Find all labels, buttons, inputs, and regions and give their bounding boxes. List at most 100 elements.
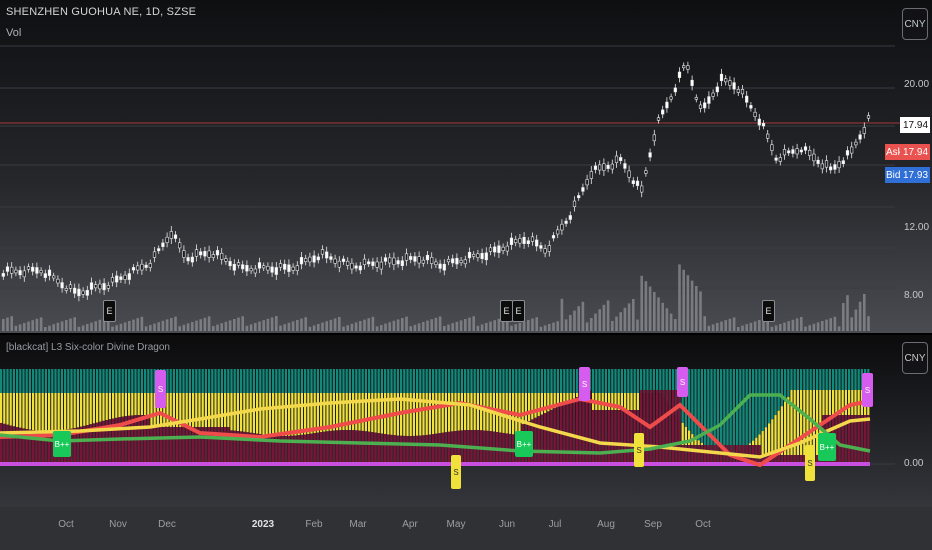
volume-bar	[417, 323, 421, 331]
time-axis[interactable]	[0, 507, 932, 550]
price-pane[interactable]: SHENZHEN GUOHUA NE, 1D, SZSE Vol CNY 20.…	[0, 0, 932, 333]
yellow-bar	[9, 393, 12, 426]
candle-body	[94, 284, 98, 289]
volume-bar	[342, 326, 345, 331]
teal-bar	[275, 369, 278, 393]
teal-bar	[755, 369, 758, 438]
volume-bar	[577, 306, 580, 331]
volume-bar	[195, 320, 198, 331]
yellow-bar	[272, 393, 275, 436]
candle-body	[228, 261, 232, 267]
yellow-bar	[275, 393, 278, 436]
candle-body	[320, 249, 325, 255]
teal-bar	[364, 369, 367, 393]
teal-bar	[256, 369, 259, 393]
teal-bar	[806, 369, 809, 390]
teal-bar	[428, 369, 431, 393]
volume-bar	[640, 275, 643, 331]
maroon-bar	[361, 430, 364, 465]
candle-body	[291, 266, 295, 271]
yellow-bar	[361, 393, 364, 431]
indicator-pane[interactable]: [blackcat] L3 Six-color Divine Dragon CN…	[0, 335, 932, 507]
earnings-badge[interactable]: E	[103, 300, 116, 322]
candle-body	[190, 256, 194, 263]
teal-bar	[851, 369, 854, 390]
candle-body	[299, 257, 304, 265]
maroon-bar	[854, 415, 857, 465]
yellow-bar	[102, 393, 105, 421]
teal-bar	[60, 369, 63, 393]
yellow-bar	[89, 393, 92, 425]
maroon-bar	[396, 435, 399, 465]
maroon-bar	[160, 427, 163, 465]
candle-body	[703, 102, 707, 109]
yellow-bar	[473, 393, 476, 431]
yellow-bar	[444, 393, 447, 433]
earnings-badge[interactable]: E	[512, 300, 525, 322]
volume-bar	[375, 326, 379, 331]
teal-bar	[390, 369, 393, 393]
yellow-bar	[368, 393, 371, 432]
yellow-bar	[281, 393, 284, 436]
teal-bar	[28, 369, 31, 393]
yellow-bar	[848, 390, 851, 415]
teal-bar	[841, 369, 844, 390]
volume-bar	[86, 324, 89, 331]
volume-bar	[161, 320, 165, 331]
indicator-chart[interactable]	[0, 335, 932, 507]
volume-bar	[543, 325, 547, 331]
volume-bar	[657, 297, 660, 331]
yellow-bar	[774, 415, 777, 455]
candle-body	[182, 250, 186, 258]
candle-body	[102, 283, 106, 291]
yellow-bar	[227, 393, 230, 427]
candle-body	[136, 265, 140, 271]
yellow-bar	[307, 393, 310, 435]
volume-bar	[203, 317, 207, 331]
yellow-bar	[355, 393, 358, 431]
candle-body	[547, 245, 551, 252]
teal-bar	[217, 369, 220, 393]
candle-body	[52, 275, 56, 279]
maroon-bar	[387, 434, 390, 465]
maroon-bar	[540, 414, 543, 465]
maroon-bar	[595, 410, 598, 465]
volume-bar	[800, 317, 803, 331]
candle-body	[446, 258, 451, 263]
yellow-bar	[470, 393, 473, 431]
sell-signal: S	[677, 367, 688, 397]
volume-bar	[346, 325, 349, 331]
candle-body	[421, 259, 425, 264]
maroon-bar	[384, 434, 387, 465]
volume-bar	[846, 295, 849, 331]
candle-body	[161, 242, 165, 247]
teal-bar	[700, 369, 703, 444]
maroon-bar	[598, 410, 601, 465]
teal-bar	[400, 369, 403, 393]
maroon-bar	[150, 427, 153, 465]
yellow-bar	[448, 393, 451, 432]
earnings-badge[interactable]: E	[762, 300, 775, 322]
price-chart[interactable]	[0, 0, 932, 333]
candle-body	[698, 104, 703, 109]
yellow-bar	[352, 393, 355, 431]
teal-bar	[44, 369, 47, 393]
volume-bar	[821, 321, 824, 331]
currency-button[interactable]: CNY	[902, 8, 928, 40]
yellow-bar	[832, 390, 835, 415]
yellow-bar	[57, 393, 60, 431]
candle-body	[329, 256, 333, 260]
teal-bar	[278, 369, 281, 393]
teal-bar	[51, 369, 54, 393]
teal-bar	[22, 369, 25, 393]
teal-bar	[345, 369, 348, 393]
currency-button[interactable]: CNY	[902, 342, 928, 374]
maroon-bar	[441, 432, 444, 465]
maroon-bar	[374, 432, 377, 465]
teal-bar	[291, 369, 294, 393]
maroon-bar	[422, 435, 425, 465]
volume-bar	[707, 325, 711, 331]
volume-bar	[863, 294, 866, 331]
time-label: Oct	[58, 519, 74, 530]
teal-bar	[812, 369, 815, 390]
